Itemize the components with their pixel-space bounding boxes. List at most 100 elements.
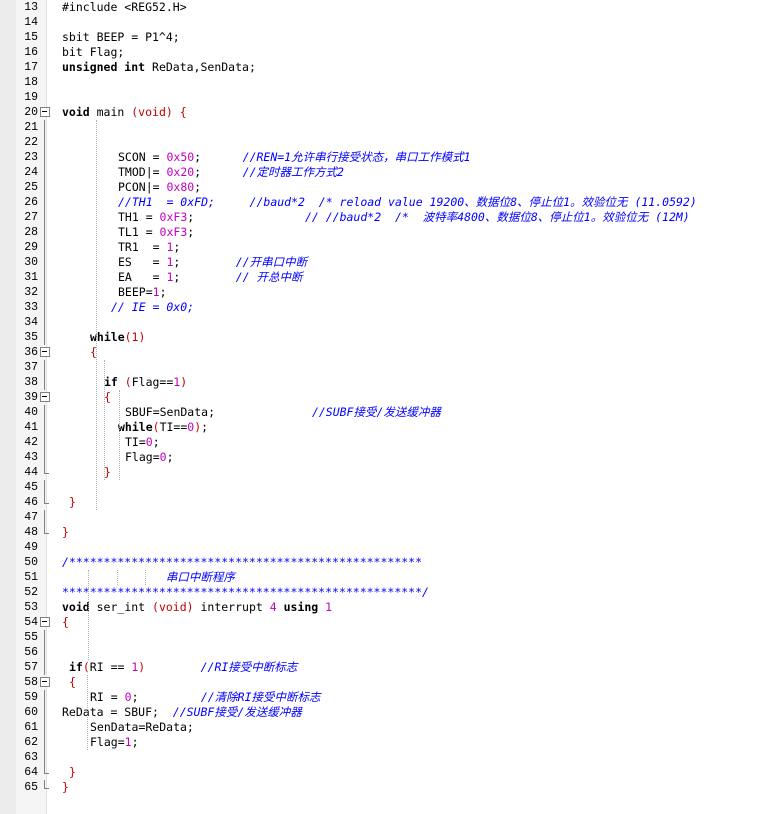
code-text[interactable]: if (Flag==1) bbox=[104, 375, 187, 390]
code-line[interactable]: 20 void main (void) { bbox=[0, 105, 757, 120]
code-text[interactable]: ES = 1; //开串口中断 bbox=[118, 255, 307, 270]
code-text[interactable]: TH1 = 0xF3; // //baud*2 /* 波特率4800、数据位8、… bbox=[118, 210, 690, 225]
code-line[interactable]: 27 TH1 = 0xF3; // //baud*2 /* 波特率4800、数据位… bbox=[0, 210, 757, 225]
code-line[interactable]: 55 bbox=[0, 630, 757, 645]
code-text[interactable]: TI=0; bbox=[125, 435, 160, 450]
code-text[interactable]: void main (void) { bbox=[62, 105, 187, 120]
code-text[interactable]: } bbox=[104, 465, 111, 480]
code-text[interactable]: Flag=1; bbox=[90, 735, 139, 750]
code-line[interactable]: 15 sbit BEEP = P1^4; bbox=[0, 30, 757, 45]
code-text[interactable]: while(TI==0); bbox=[118, 420, 208, 435]
code-line[interactable]: 28 TL1 = 0xF3; bbox=[0, 225, 757, 240]
code-line[interactable]: 32 BEEP=1; bbox=[0, 285, 757, 300]
code-text[interactable]: if(RI == 1) //RI接受中断标志 bbox=[69, 660, 297, 675]
fold-toggle-icon[interactable] bbox=[40, 345, 50, 360]
code-line[interactable]: 34 bbox=[0, 315, 757, 330]
code-line[interactable]: 58 { bbox=[0, 675, 757, 690]
code-line[interactable]: 61 SenData=ReData; bbox=[0, 720, 757, 735]
fold-guide-icon bbox=[40, 315, 49, 330]
code-line[interactable]: 46} bbox=[0, 495, 757, 510]
code-line[interactable]: 43 Flag=0; bbox=[0, 450, 757, 465]
code-line[interactable]: 33 // IE = 0x0; bbox=[0, 300, 757, 315]
code-text[interactable]: TL1 = 0xF3; bbox=[118, 225, 194, 240]
code-line[interactable]: 35 while(1) bbox=[0, 330, 757, 345]
code-line[interactable]: 51 串口中断程序 bbox=[0, 570, 757, 585]
code-line[interactable]: 42 TI=0; bbox=[0, 435, 757, 450]
code-line[interactable]: 48} bbox=[0, 525, 757, 540]
code-text[interactable]: SBUF=SenData; //SUBF接受/发送缓冲器 bbox=[125, 405, 441, 420]
code-line[interactable]: 65} bbox=[0, 780, 757, 795]
code-line[interactable]: 57 if(RI == 1) //RI接受中断标志 bbox=[0, 660, 757, 675]
code-line[interactable]: 13 #include <REG52.H> bbox=[0, 0, 757, 15]
code-text[interactable]: { bbox=[69, 675, 76, 690]
code-line[interactable]: 23 SCON = 0x50; //REN=1允许串行接受状态，串口工作模式1 bbox=[0, 150, 757, 165]
fold-toggle-icon[interactable] bbox=[40, 390, 50, 405]
code-line[interactable]: 14 bbox=[0, 15, 757, 30]
code-line[interactable]: 49 bbox=[0, 540, 757, 555]
code-text[interactable]: } bbox=[62, 525, 69, 540]
code-line[interactable]: 64} bbox=[0, 765, 757, 780]
fold-guide-icon bbox=[40, 720, 49, 735]
code-text[interactable]: void ser_int (void) interrupt 4 using 1 bbox=[62, 600, 332, 615]
code-line[interactable]: 41 while(TI==0); bbox=[0, 420, 757, 435]
code-line[interactable]: 29 TR1 = 1; bbox=[0, 240, 757, 255]
code-text[interactable]: SCON = 0x50; //REN=1允许串行接受状态，串口工作模式1 bbox=[118, 150, 471, 165]
code-line[interactable]: 54 { bbox=[0, 615, 757, 630]
code-line[interactable]: 18 bbox=[0, 75, 757, 90]
code-line[interactable]: 53 void ser_int (void) interrupt 4 using … bbox=[0, 600, 757, 615]
code-line[interactable]: 22 bbox=[0, 135, 757, 150]
code-line[interactable]: 38 if (Flag==1) bbox=[0, 375, 757, 390]
code-line[interactable]: 56 bbox=[0, 645, 757, 660]
code-text[interactable]: } bbox=[69, 495, 76, 510]
code-editor[interactable]: 13 #include <REG52.H> 14 15 sbit BEEP = P1^4… bbox=[0, 0, 757, 814]
code-line[interactable]: 16 bit Flag; bbox=[0, 45, 757, 60]
code-line[interactable]: 30 ES = 1; //开串口中断 bbox=[0, 255, 757, 270]
code-text[interactable]: { bbox=[104, 390, 111, 405]
code-text[interactable]: Flag=0; bbox=[125, 450, 174, 465]
code-line[interactable]: 52 **************************************… bbox=[0, 585, 757, 600]
code-line[interactable]: 60 ReData = SBUF; //SUBF接受/发送缓冲器 bbox=[0, 705, 757, 720]
code-line[interactable]: 62 Flag=1; bbox=[0, 735, 757, 750]
code-line[interactable]: 59 RI = 0; //清除RI接受中断标志 bbox=[0, 690, 757, 705]
code-line[interactable]: 44} bbox=[0, 465, 757, 480]
code-line[interactable]: 50 /*************************************… bbox=[0, 555, 757, 570]
code-line[interactable]: 24 TMOD|= 0x20; //定时器工作方式2 bbox=[0, 165, 757, 180]
code-text[interactable]: #include <REG52.H> bbox=[62, 0, 187, 15]
code-text[interactable]: EA = 1; // 开总中断 bbox=[118, 270, 303, 285]
code-line[interactable]: 21 bbox=[0, 120, 757, 135]
code-text[interactable]: { bbox=[62, 615, 69, 630]
code-line[interactable]: 36{ bbox=[0, 345, 757, 360]
code-line[interactable]: 63 bbox=[0, 750, 757, 765]
code-token: //REN=1允许串行接受状态，串口工作模式1 bbox=[242, 150, 471, 164]
code-text[interactable]: unsigned int ReData,SenData; bbox=[62, 60, 256, 75]
code-line[interactable]: 37 bbox=[0, 360, 757, 375]
code-text[interactable]: sbit BEEP = P1^4; bbox=[62, 30, 180, 45]
code-text[interactable]: BEEP=1; bbox=[118, 285, 167, 300]
code-text[interactable]: } bbox=[62, 780, 69, 795]
code-line[interactable]: 31 EA = 1; // 开总中断 bbox=[0, 270, 757, 285]
code-text[interactable]: ReData = SBUF; //SUBF接受/发送缓冲器 bbox=[62, 705, 302, 720]
code-line[interactable]: 40 SBUF=SenData; //SUBF接受/发送缓冲器 bbox=[0, 405, 757, 420]
code-line[interactable]: 19 bbox=[0, 90, 757, 105]
code-text[interactable]: SenData=ReData; bbox=[90, 720, 194, 735]
code-text[interactable]: RI = 0; //清除RI接受中断标志 bbox=[90, 690, 321, 705]
fold-toggle-icon[interactable] bbox=[40, 675, 50, 690]
code-text[interactable]: PCON|= 0x80; bbox=[118, 180, 201, 195]
code-text[interactable]: // IE = 0x0; bbox=[111, 300, 194, 315]
code-line[interactable]: 17 unsigned int ReData,SenData; bbox=[0, 60, 757, 75]
code-text[interactable]: ****************************************… bbox=[62, 585, 429, 600]
code-line[interactable]: 39 { bbox=[0, 390, 757, 405]
code-line[interactable]: 45 bbox=[0, 480, 757, 495]
code-text[interactable]: TMOD|= 0x20; //定时器工作方式2 bbox=[118, 165, 344, 180]
code-text[interactable]: } bbox=[69, 765, 76, 780]
code-text[interactable]: //TH1 = 0xFD; //baud*2 /* reload value 1… bbox=[118, 195, 697, 210]
code-line[interactable]: 26 //TH1 = 0xFD; //baud*2 /* reload value… bbox=[0, 195, 757, 210]
fold-toggle-icon[interactable] bbox=[40, 615, 50, 630]
code-text[interactable]: TR1 = 1; bbox=[118, 240, 180, 255]
code-text[interactable]: bit Flag; bbox=[62, 45, 124, 60]
code-text[interactable]: /***************************************… bbox=[62, 555, 422, 570]
code-line[interactable]: 25 PCON|= 0x80; bbox=[0, 180, 757, 195]
code-text[interactable]: while(1) bbox=[90, 330, 145, 345]
fold-toggle-icon[interactable] bbox=[40, 105, 50, 120]
code-line[interactable]: 47 bbox=[0, 510, 757, 525]
